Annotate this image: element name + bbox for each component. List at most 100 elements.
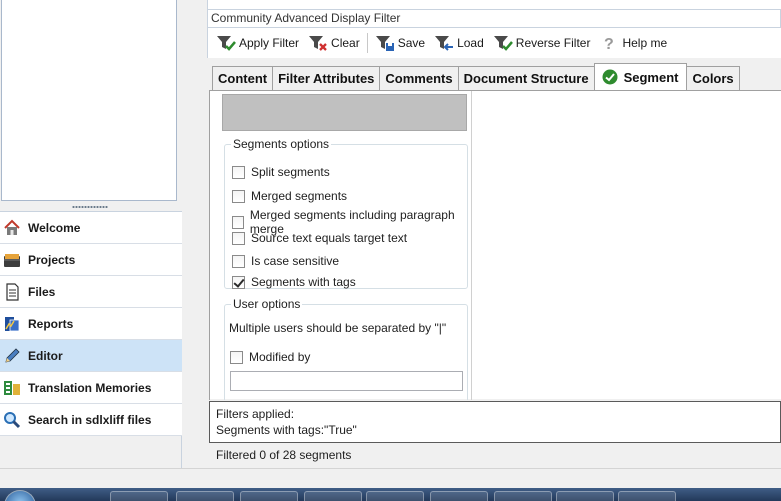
reports-icon — [5, 317, 20, 332]
split-segments-checkbox[interactable]: Split segments — [232, 165, 330, 179]
checkbox-label: Source text equals target text — [251, 231, 408, 245]
modified-by-checkbox[interactable]: Modified by — [230, 350, 310, 364]
funnel-check-icon — [217, 36, 236, 51]
taskbar-app-button[interactable] — [556, 491, 614, 501]
load-label: Load — [457, 36, 484, 50]
merged-segments-checkbox[interactable]: Merged segments — [232, 189, 347, 203]
filter-status: Filtered 0 of 28 segments — [209, 444, 781, 468]
question-mark-icon: ? — [604, 36, 614, 53]
tab-segment[interactable]: Segment — [593, 63, 688, 90]
save-label: Save — [397, 36, 426, 50]
nav-item-search-sdlxliff[interactable]: Search in sdlxliff files — [0, 404, 182, 436]
help-me-button[interactable]: ? Help me — [596, 31, 670, 55]
tab-label: Comments — [385, 71, 453, 86]
nav-item-label: Welcome — [28, 220, 81, 235]
nav-item-editor[interactable]: Editor — [0, 340, 182, 372]
svg-text:?: ? — [604, 36, 614, 53]
segments-options-legend: Segments options — [233, 137, 330, 151]
projects-icon — [4, 254, 20, 267]
home-icon — [4, 219, 20, 235]
checkbox-box[interactable] — [232, 215, 244, 229]
taskbar-app-button[interactable] — [430, 491, 488, 501]
tab-label: Filter Attributes — [278, 71, 375, 86]
load-button[interactable]: Load — [431, 31, 487, 55]
reverse-filter-label: Reverse Filter — [515, 36, 591, 50]
help-me-label: Help me — [622, 36, 668, 50]
modified-by-input[interactable] — [230, 371, 463, 391]
segment-tab-content: Segments options Split segments Merged s… — [209, 90, 781, 400]
filter-tabs: Content Filter Attributes Comments Docum… — [212, 63, 740, 90]
checkbox-box[interactable] — [232, 165, 245, 179]
tab-label: Segment — [623, 69, 679, 85]
case-sensitive-checkbox[interactable]: Is case sensitive — [232, 254, 339, 268]
checkbox-box[interactable] — [232, 254, 245, 268]
nav-item-label: Files — [28, 284, 56, 299]
toolbar-separator — [366, 33, 368, 53]
tab-content[interactable]: Content — [212, 66, 274, 90]
apply-filter-label: Apply Filter — [239, 36, 300, 50]
panel-title: Community Advanced Display Filter — [207, 9, 781, 28]
tab-label: Colors — [692, 71, 734, 86]
checkbox-label: Modified by — [249, 350, 311, 364]
filters-applied-box: Filters applied: Segments with tags:"Tru… — [209, 401, 781, 443]
files-icon — [6, 283, 19, 301]
nav-item-welcome[interactable]: Welcome — [0, 212, 182, 244]
nav-item-reports[interactable]: Reports — [0, 308, 182, 340]
filters-applied-heading: Filters applied: — [216, 407, 295, 421]
funnel-load-icon — [435, 36, 454, 51]
clear-button[interactable]: Clear — [305, 31, 363, 55]
taskbar-app-button[interactable] — [240, 491, 298, 501]
segments-options-group: Segments options Split segments Merged s… — [224, 137, 468, 289]
tab-filter-attributes[interactable]: Filter Attributes — [272, 66, 381, 90]
checkbox-box[interactable] — [230, 350, 243, 364]
funnel-save-icon — [375, 36, 394, 51]
checkbox-box[interactable] — [232, 275, 245, 289]
app-status-strip — [0, 468, 781, 488]
taskbar-app-button[interactable] — [176, 491, 234, 501]
nav-item-label: Search in sdlxliff files — [28, 412, 152, 427]
taskbar-app-button[interactable] — [494, 491, 552, 501]
pencil-icon — [5, 348, 20, 363]
left-pane: Welcome Projects Files Reports Editor Tr… — [0, 0, 182, 468]
reverse-filter-button[interactable]: Reverse Filter — [490, 31, 594, 55]
apply-filter-button[interactable]: Apply Filter — [213, 31, 302, 55]
tab-document-structure[interactable]: Document Structure — [457, 66, 595, 90]
nav-item-label: Editor — [28, 348, 63, 363]
checkbox-box[interactable] — [232, 189, 245, 203]
checkbox-label: Split segments — [251, 165, 330, 179]
source-equals-target-checkbox[interactable]: Source text equals target text — [232, 231, 407, 245]
user-options-group: User options Multiple users should be se… — [224, 297, 468, 400]
tab-comments[interactable]: Comments — [379, 66, 459, 90]
segments-with-tags-checkbox[interactable]: Segments with tags — [232, 275, 356, 289]
taskbar-app-button[interactable] — [618, 491, 676, 501]
navigation-pane: Welcome Projects Files Reports Editor Tr… — [0, 211, 182, 436]
tab-label: Document Structure — [463, 71, 589, 86]
nav-item-files[interactable]: Files — [0, 276, 182, 308]
tab-colors[interactable]: Colors — [686, 66, 740, 90]
user-options-legend: User options — [233, 297, 301, 311]
filters-applied-value: Segments with tags:"True" — [216, 423, 357, 437]
taskbar-app-button[interactable] — [304, 491, 362, 501]
tab-label: Content — [218, 71, 268, 86]
taskbar-app-button[interactable] — [366, 491, 424, 501]
start-button[interactable] — [4, 490, 36, 501]
checkbox-label: Is case sensitive — [251, 254, 340, 268]
nav-item-projects[interactable]: Projects — [0, 244, 182, 276]
magnifier-icon — [4, 412, 21, 429]
user-separator-note: Multiple users should be separated by "|… — [229, 321, 447, 335]
nav-item-translation-memories[interactable]: Translation Memories — [0, 372, 182, 404]
check-circle-icon — [602, 69, 618, 85]
windows-taskbar — [0, 488, 781, 501]
funnel-reverse-icon — [493, 36, 513, 51]
panel-top-strip — [207, 0, 781, 9]
placeholder-block — [222, 94, 467, 131]
taskbar-app-button[interactable] — [110, 491, 168, 501]
nav-pane-footer — [0, 436, 182, 468]
translation-memories-icon — [4, 381, 20, 395]
splitter-handle[interactable] — [72, 205, 108, 209]
checkbox-box[interactable] — [232, 231, 245, 245]
navigation-tree-panel[interactable] — [1, 0, 177, 201]
save-button[interactable]: Save — [372, 31, 428, 55]
filter-toolbar: Apply Filter Clear Save Load Reverse Fil… — [207, 28, 781, 58]
nav-item-label: Translation Memories — [28, 380, 152, 395]
